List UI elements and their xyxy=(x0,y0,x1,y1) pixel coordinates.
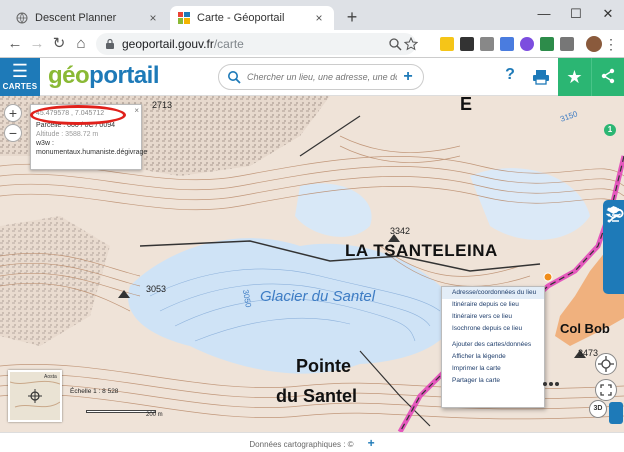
extension-green-icon[interactable] xyxy=(540,37,554,51)
search-options-button[interactable]: + xyxy=(397,68,419,86)
ctx-item-share[interactable]: Partager la carte xyxy=(442,375,544,387)
fullscreen-button[interactable] xyxy=(595,379,617,401)
map-label-glacier: Glacier du Santel xyxy=(260,288,376,305)
search-input[interactable] xyxy=(247,72,397,82)
close-window-button[interactable]: ✕ xyxy=(592,0,624,30)
overview-minimap[interactable]: Aosta xyxy=(8,370,62,422)
basemap-switch-button[interactable] xyxy=(609,402,623,424)
footer-attribution: Données cartographiques : © xyxy=(249,440,354,449)
cartes-label: CARTES xyxy=(2,82,38,91)
map-label-alt-2713: 2713 xyxy=(152,100,173,110)
extension-s-icon[interactable] xyxy=(480,37,494,51)
popup-w3w-label: w3w : xyxy=(36,140,54,147)
ctx-item-route-from[interactable]: Itinéraire depuis ce lieu xyxy=(442,299,544,311)
print-icon[interactable] xyxy=(532,68,550,86)
map-view[interactable]: LA TSANTELEINA 3342 Glacier du Santel Po… xyxy=(0,96,624,432)
ctx-item-legend[interactable]: Afficher la légende xyxy=(442,351,544,363)
back-button[interactable]: ← xyxy=(4,33,26,55)
scale-distance: 200 m xyxy=(146,412,163,418)
extension-circle-icon[interactable] xyxy=(520,37,534,51)
scale-text: Échelle 1 : 8 528 xyxy=(70,388,119,395)
minimap-label: Aosta xyxy=(44,374,57,380)
cartes-menu-button[interactable]: ☰ CARTES xyxy=(0,58,40,96)
crosshair-icon xyxy=(598,356,614,372)
3d-view-button[interactable]: 3D xyxy=(589,400,607,418)
url-path: /carte xyxy=(213,37,244,51)
home-button[interactable]: ⌂ xyxy=(70,33,92,55)
zoom-out-button[interactable]: − xyxy=(4,124,22,142)
browser-menu-button[interactable]: ⋮ xyxy=(604,34,618,54)
legend-button[interactable] xyxy=(603,207,624,290)
ctx-item-route-to[interactable]: Itinéraire vers ce lieu xyxy=(442,311,544,323)
map-context-menu: Adresse/coordonnées du lieu Itinéraire d… xyxy=(441,286,545,408)
popup-close-icon[interactable]: × xyxy=(134,106,139,115)
layers-count-badge: 1 xyxy=(604,124,616,136)
geoportail-favicon-icon xyxy=(178,12,190,24)
map-label-alt-3053: 3053 xyxy=(146,284,167,294)
popup-w3w-value: monumentaux.humaniste.dégivrage xyxy=(36,149,148,156)
ctx-item-isochrone[interactable]: Isochrone depuis ce lieu xyxy=(442,323,544,335)
help-button[interactable]: ? xyxy=(500,66,520,84)
lock-icon xyxy=(106,38,114,49)
tools-button[interactable] xyxy=(603,206,624,260)
extension-translate-icon[interactable] xyxy=(500,37,514,51)
map-label-col-bob: Col Bob xyxy=(560,321,610,336)
ctx-item-add-data[interactable]: Ajouter des cartes/données xyxy=(442,339,544,351)
list-icon xyxy=(607,207,619,223)
extension-dark-icon[interactable] xyxy=(460,37,474,51)
map-label-pointe: Pointe xyxy=(296,356,352,376)
tab-geoportail[interactable]: Carte - Géoportail × xyxy=(170,6,334,30)
geoportail-logo[interactable]: géoportail xyxy=(48,62,160,90)
address-bar[interactable]: geoportail.gouv.fr/carte xyxy=(96,33,416,55)
footer-expand-button[interactable]: + xyxy=(368,436,375,450)
ctx-item-address[interactable]: Adresse/coordonnées du lieu xyxy=(442,287,544,299)
map-label-alt-3342: 3342 xyxy=(390,226,411,236)
extension-duck-icon[interactable] xyxy=(440,37,454,51)
tab-close-icon[interactable]: × xyxy=(146,11,160,25)
minimize-button[interactable]: — xyxy=(528,0,560,30)
reload-button[interactable]: ↻ xyxy=(48,33,70,55)
favorite-button[interactable]: ★ xyxy=(558,58,591,96)
url-host: geoportail.gouv.fr xyxy=(122,37,214,51)
browser-toolbar: ← → ↻ ⌂ geoportail.gouv.fr/carte ⋮ xyxy=(0,30,624,81)
annotation-red-ellipse xyxy=(30,105,126,125)
tab-close-icon[interactable]: × xyxy=(312,11,326,25)
globe-icon xyxy=(16,12,28,24)
search-box: + xyxy=(218,64,424,90)
map-label-e: E xyxy=(460,96,473,114)
map-label-du-santel: du Santel xyxy=(276,386,358,406)
tab-strip: Descent Planner × Carte - Géoportail × +… xyxy=(0,0,624,30)
tab-descent-planner[interactable]: Descent Planner × xyxy=(8,6,168,30)
reset-rotation-button[interactable] xyxy=(595,353,617,375)
forward-button[interactable]: → xyxy=(26,33,48,55)
geoportail-header: ☰ CARTES géoportail + ? ★ xyxy=(0,58,624,96)
bookmark-star-icon[interactable] xyxy=(404,37,418,51)
maximize-button[interactable]: ☐ xyxy=(560,0,592,30)
map-tools-sidebar xyxy=(603,200,624,294)
new-tab-button[interactable]: + xyxy=(342,6,362,28)
expand-icon xyxy=(600,384,612,396)
share-button[interactable] xyxy=(591,58,624,96)
zoom-icon[interactable] xyxy=(388,37,402,51)
zoom-in-button[interactable]: + xyxy=(4,104,22,122)
ctx-item-print[interactable]: Imprimer la carte xyxy=(442,363,544,375)
share-icon xyxy=(601,68,615,84)
search-icon[interactable] xyxy=(227,70,241,84)
map-marker-icon xyxy=(543,382,559,386)
hamburger-icon: ☰ xyxy=(11,61,29,81)
tab-title: Descent Planner xyxy=(35,12,117,24)
profile-avatar[interactable] xyxy=(586,36,602,52)
popup-altitude: Altitude : 3588.72 m xyxy=(36,131,99,138)
map-label-tsanteleina: LA TSANTELEINA xyxy=(345,241,498,260)
extension-grey-icon[interactable] xyxy=(560,37,574,51)
map-footer: Données cartographiques : © + xyxy=(0,432,624,452)
tab-title: Carte - Géoportail xyxy=(197,12,285,24)
